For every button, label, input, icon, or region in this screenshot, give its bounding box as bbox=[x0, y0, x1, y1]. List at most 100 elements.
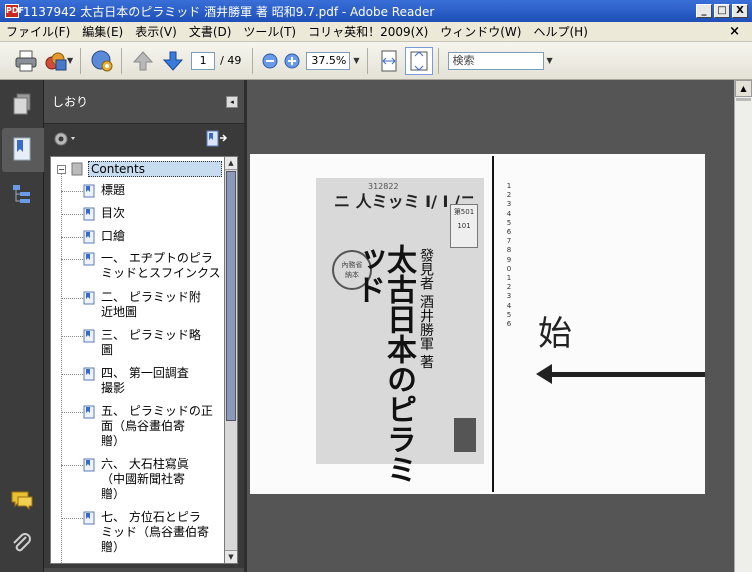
bookmark-icon bbox=[83, 329, 95, 343]
gear-globe-icon bbox=[91, 50, 113, 71]
chevron-down-icon[interactable]: ▼ bbox=[353, 56, 359, 65]
create-pdf-button[interactable] bbox=[42, 47, 70, 75]
bookmark-label: 五、 ピラミッドの正 面（鳥谷畫伯寄 贈） bbox=[101, 404, 213, 448]
toolbar-separator bbox=[252, 47, 254, 74]
collapse-panel-button[interactable]: ◂ bbox=[226, 95, 238, 108]
bookmark-icon bbox=[83, 184, 95, 198]
scroll-down-arrow[interactable]: ▼ bbox=[225, 550, 237, 563]
bookmark-icon bbox=[83, 230, 95, 244]
scroll-thumb[interactable] bbox=[736, 98, 751, 101]
bookmark-root[interactable]: − Contents bbox=[57, 161, 222, 177]
zoom-out-button[interactable] bbox=[260, 47, 280, 75]
attachments-panel-button[interactable] bbox=[10, 532, 34, 556]
toolbar-separator bbox=[80, 47, 82, 74]
settings-button[interactable] bbox=[88, 47, 116, 75]
comment-bubble-icon bbox=[11, 491, 33, 511]
zoom-level-input[interactable]: 37.5% bbox=[306, 51, 351, 70]
pdf-app-icon: PDF bbox=[5, 4, 24, 18]
model-tree-button[interactable] bbox=[10, 182, 34, 206]
scroll-up-arrow[interactable]: ▲ bbox=[225, 157, 237, 170]
bookmark-tree: − Contents 標題 目次 口繪 一、 エヂプトのピラ ミッドとスフインク… bbox=[50, 156, 230, 564]
collaborate-icon bbox=[45, 52, 67, 70]
navigation-strip bbox=[0, 80, 44, 572]
search-input[interactable]: 検索 bbox=[447, 51, 544, 70]
bookmark-icon bbox=[83, 252, 95, 266]
toolbar-separator bbox=[121, 47, 123, 74]
document-close-button[interactable]: × bbox=[723, 24, 746, 39]
bookmark-label: 口繪 bbox=[101, 229, 126, 243]
bookmark-root-label: Contents bbox=[88, 161, 222, 177]
arrow-up-icon bbox=[133, 50, 154, 70]
bookmark-item[interactable]: 標題 bbox=[61, 183, 229, 198]
bookmark-item[interactable]: 六、 大石柱寫眞 （中國新聞社寄 贈） bbox=[61, 457, 229, 502]
toolbar-separator bbox=[437, 47, 439, 74]
page-number-input[interactable]: 1 bbox=[191, 51, 216, 70]
previous-page-button[interactable] bbox=[129, 47, 157, 75]
bookmark-item[interactable]: 五、 ピラミッドの正 面（鳥谷畫伯寄 贈） bbox=[61, 404, 229, 449]
next-page-button[interactable] bbox=[159, 47, 187, 75]
panel-title: しおり bbox=[52, 95, 89, 109]
collapse-toggle[interactable]: − bbox=[57, 164, 66, 174]
fit-width-button[interactable] bbox=[375, 47, 403, 75]
close-button[interactable]: X bbox=[732, 4, 748, 18]
bookmark-icon bbox=[83, 207, 95, 221]
bookmark-icon bbox=[83, 291, 95, 305]
cover-title: 太古日本のピラミッド bbox=[350, 244, 416, 484]
menu-tools[interactable]: ツール(T) bbox=[237, 23, 302, 40]
bookmark-icon bbox=[83, 367, 95, 381]
document-scrollbar[interactable]: ▲ bbox=[734, 80, 752, 572]
bookmark-icon bbox=[83, 405, 95, 419]
page-total-label: / 49 bbox=[220, 54, 242, 67]
pages-panel-button[interactable] bbox=[10, 92, 34, 116]
chevron-down-icon[interactable]: ▼ bbox=[67, 56, 73, 65]
bookmark-item[interactable]: 口繪 bbox=[61, 229, 229, 244]
menu-window[interactable]: ウィンドウ(W) bbox=[434, 23, 527, 40]
toolbar-separator bbox=[366, 47, 368, 74]
bookmarks-panel-button[interactable] bbox=[2, 128, 44, 172]
bookmark-label: 四、 第一回調査 撮影 bbox=[101, 366, 189, 395]
menu-help[interactable]: ヘルプ(H) bbox=[527, 23, 593, 40]
bookmark-item[interactable]: 七、 方位石とピラ ミッド（鳥谷畫伯寄 贈） bbox=[61, 510, 229, 555]
comments-panel-button[interactable] bbox=[10, 488, 34, 512]
bookmark-icon bbox=[83, 511, 95, 525]
menu-document[interactable]: 文書(D) bbox=[183, 23, 238, 40]
page-divider-line bbox=[492, 156, 494, 492]
start-annotation: 始 bbox=[538, 314, 572, 354]
bookmark-label: 目次 bbox=[101, 206, 126, 220]
paperclip-icon bbox=[13, 533, 31, 552]
bookmark-item[interactable]: 四、 第一回調査 撮影 bbox=[61, 366, 229, 396]
toolbar: ▼ 1 / 49 37.5% ▼ 検索 ▼ bbox=[0, 42, 752, 80]
bookmark-icon bbox=[13, 137, 31, 161]
new-bookmark-icon[interactable] bbox=[204, 129, 228, 149]
pages-icon bbox=[13, 93, 31, 115]
bookmark-item[interactable]: 三、 ピラミッド略 圖 bbox=[61, 328, 229, 358]
bookmark-label: 七、 方位石とピラ ミッド（鳥谷畫伯寄 贈） bbox=[101, 510, 210, 554]
menu-koryaeiwa[interactable]: コリャ英和！2009(X) bbox=[302, 23, 434, 40]
arrow-shaft bbox=[548, 372, 705, 377]
minimize-button[interactable]: _ bbox=[696, 4, 712, 18]
maximize-button[interactable]: □ bbox=[714, 4, 730, 18]
chevron-down-icon[interactable]: ▼ bbox=[547, 56, 553, 65]
print-button[interactable] bbox=[12, 47, 40, 75]
bookmark-scrollbar[interactable]: ▲ ▼ bbox=[224, 156, 238, 564]
bookmark-item[interactable]: 二、 ピラミッド附 近地圖 bbox=[61, 290, 229, 320]
menu-edit[interactable]: 編集(E) bbox=[76, 23, 129, 40]
document-view: 312822 ニ 人ミッミ I/ I /ニ 第501 101 內務省 納本 太古… bbox=[247, 80, 734, 572]
bookmark-label: 二、 ピラミッド附 近地圖 bbox=[101, 290, 201, 319]
document-bookmark-icon bbox=[71, 162, 83, 176]
bookmark-icon bbox=[83, 458, 95, 472]
bookmark-item[interactable]: 一、 エヂプトのピラ ミッドとスフインクス bbox=[61, 251, 229, 281]
zoom-in-icon bbox=[284, 53, 300, 68]
menu-file[interactable]: ファイル(F) bbox=[0, 23, 76, 40]
bookmark-label: 一、 エヂプトのピラ ミッドとスフインクス bbox=[101, 251, 221, 280]
cover-author: 發見者 酒井勝軍 著 bbox=[418, 248, 434, 369]
fit-page-button[interactable] bbox=[404, 46, 433, 75]
menu-view[interactable]: 表示(V) bbox=[129, 23, 183, 40]
options-gear-icon[interactable] bbox=[52, 130, 80, 148]
menu-bar: ファイル(F) 編集(E) 表示(V) 文書(D) ツール(T) コリャ英和！2… bbox=[0, 22, 752, 42]
bookmark-item[interactable]: 目次 bbox=[61, 206, 229, 221]
scroll-thumb[interactable] bbox=[226, 171, 236, 421]
zoom-in-button[interactable] bbox=[282, 47, 302, 75]
cover-dark-patch bbox=[454, 418, 476, 452]
scroll-up-arrow[interactable]: ▲ bbox=[735, 80, 752, 97]
